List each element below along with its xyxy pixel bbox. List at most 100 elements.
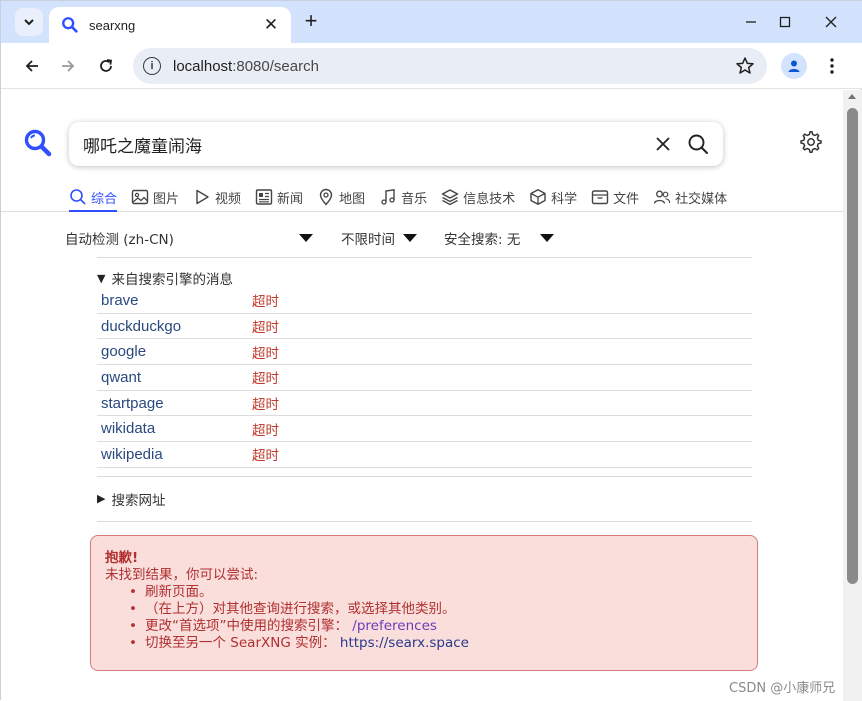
tab-search-button[interactable] [15,8,43,36]
engine-name[interactable]: qwant [97,369,252,386]
engine-row: duckduckgo 超时 [97,314,752,340]
engine-name[interactable]: google [97,343,252,360]
suggestion-item: 更改“首选项”中使用的搜索引擎： /preferences [129,618,743,635]
tab-map[interactable]: 地图 [317,184,365,210]
bookmark-star-icon[interactable] [735,56,755,76]
tab-label: 综合 [91,191,118,207]
search-icon[interactable] [687,133,709,155]
minimize-icon [746,21,756,23]
engine-status: 超时 [252,345,279,362]
tab-label: 科学 [551,191,578,207]
tab-searxng[interactable]: searxng ✕ [49,7,291,43]
engine-name[interactable]: startpage [97,395,252,412]
tab-science[interactable]: 科学 [529,184,577,210]
address-bar[interactable]: i localhost:8080/search [133,48,767,84]
divider [97,520,752,522]
engine-name[interactable]: wikidata [97,420,252,437]
time-caret-icon [403,234,417,242]
page-content: 哪吒之魔童闹海 综合 图片 视频 新闻 地图 音乐 信息技术 科学 文件 社交媒… [1,90,843,701]
preferences-link[interactable]: /preferences [352,618,437,634]
scroll-up-icon[interactable] [848,94,856,99]
minimize-button[interactable] [737,9,765,35]
maximize-button[interactable] [771,9,799,35]
forward-button[interactable] [55,53,81,79]
gear-icon[interactable] [799,130,823,154]
language-value: 自动检测 (zh-CN) [65,232,174,248]
arrow-right-icon [62,60,75,72]
tab-news[interactable]: 新闻 [255,184,303,210]
suggestion-text: 切换至另一个 SearXNG 实例： [145,635,336,651]
suggestion-text: 刷新页面。 [145,584,213,600]
play-icon [196,189,209,205]
searx-space-link[interactable]: https://searx.space [340,635,469,651]
searxng-logo-icon[interactable] [23,128,53,158]
url-text: localhost:8080/search [173,58,319,75]
page-scrollbar[interactable] [843,90,862,701]
reload-icon [100,59,113,72]
tab-label: 音乐 [401,191,428,207]
safesearch-caret-icon[interactable] [540,234,554,242]
search-filters: 自动检测 (zh-CN) 不限时间 安全搜索: 无 [65,228,755,250]
searxng-favicon-icon [62,17,78,33]
engine-row: wikipedia 超时 [97,442,752,468]
engine-name[interactable]: brave [97,292,252,309]
profile-button[interactable] [781,53,807,79]
cube-icon [530,189,546,205]
back-button[interactable] [19,53,45,79]
triangle-down-icon: ▼ [97,271,106,285]
tab-images[interactable]: 图片 [131,184,179,210]
newspaper-icon [255,189,273,205]
suggestion-item: 刷新页面。 [129,584,743,601]
engine-name[interactable]: duckduckgo [97,318,252,335]
engine-status: 超时 [252,397,279,414]
search-url-toggle[interactable]: ▶ 搜索网址 [97,487,752,511]
engine-row: wikidata 超时 [97,416,752,443]
tab-social-media[interactable]: 社交媒体 [653,184,727,210]
browser-menu-button[interactable] [819,53,845,79]
engine-status: 超时 [252,422,279,439]
layers-icon [441,189,459,206]
search-input[interactable]: 哪吒之魔童闹海 [83,132,653,157]
more-vert-icon [830,58,834,74]
engine-row: google 超时 [97,339,752,366]
tab-close-icon[interactable]: ✕ [261,15,281,35]
reload-button[interactable] [93,53,119,79]
engine-messages-toggle[interactable]: ▼ 来自搜索引擎的消息 [97,268,752,289]
language-caret-icon[interactable] [299,234,313,242]
suggestion-item: （在上方）对其他查询进行搜索，或选择其他类别。 [129,601,743,618]
engine-status: 超时 [252,371,279,388]
clear-icon[interactable] [653,134,673,154]
time-range-select[interactable]: 不限时间 [341,228,417,248]
no-results-alert: 抱歉! 未找到结果，你可以尝试: 刷新页面。 （在上方）对其他查询进行搜索，或选… [90,535,758,671]
scrollbar-thumb[interactable] [847,108,858,584]
category-tabs: 综合 图片 视频 新闻 地图 音乐 信息技术 科学 文件 社交媒体 [69,184,741,212]
tab-videos[interactable]: 视频 [193,184,241,210]
engine-name[interactable]: wikipedia [97,446,252,463]
browser-toolbar: i localhost:8080/search [1,43,862,89]
person-icon [788,60,800,72]
watermark: CSDN @小康师兄 [729,681,836,696]
language-select[interactable]: 自动检测 (zh-CN) [65,228,174,248]
maximize-icon [779,16,791,28]
alert-subtitle: 未找到结果，你可以尝试: [105,567,259,583]
image-icon [131,189,149,205]
tab-general[interactable]: 综合 [69,184,118,212]
suggestion-text: （在上方）对其他查询进行搜索，或选择其他类别。 [145,601,456,617]
engine-status: 超时 [252,448,279,465]
tab-files[interactable]: 文件 [591,184,639,210]
url-path: :8080/search [232,57,319,75]
safesearch-select[interactable]: 安全搜索: 无 [444,228,520,248]
suggestion-list: 刷新页面。 （在上方）对其他查询进行搜索，或选择其他类别。 更改“首选项”中使用… [129,584,743,652]
people-icon [653,190,671,204]
new-tab-button[interactable]: + [299,10,323,34]
time-range-value: 不限时间 [341,232,395,248]
map-pin-icon [319,188,333,206]
tab-label: 地图 [339,191,366,207]
tab-music[interactable]: 音乐 [379,184,427,210]
close-window-button[interactable] [817,9,845,35]
site-info-icon[interactable]: i [143,57,161,75]
divider [97,475,752,477]
tab-label: 视频 [215,191,242,207]
search-form: 哪吒之魔童闹海 [69,122,723,166]
tab-it[interactable]: 信息技术 [441,184,515,210]
